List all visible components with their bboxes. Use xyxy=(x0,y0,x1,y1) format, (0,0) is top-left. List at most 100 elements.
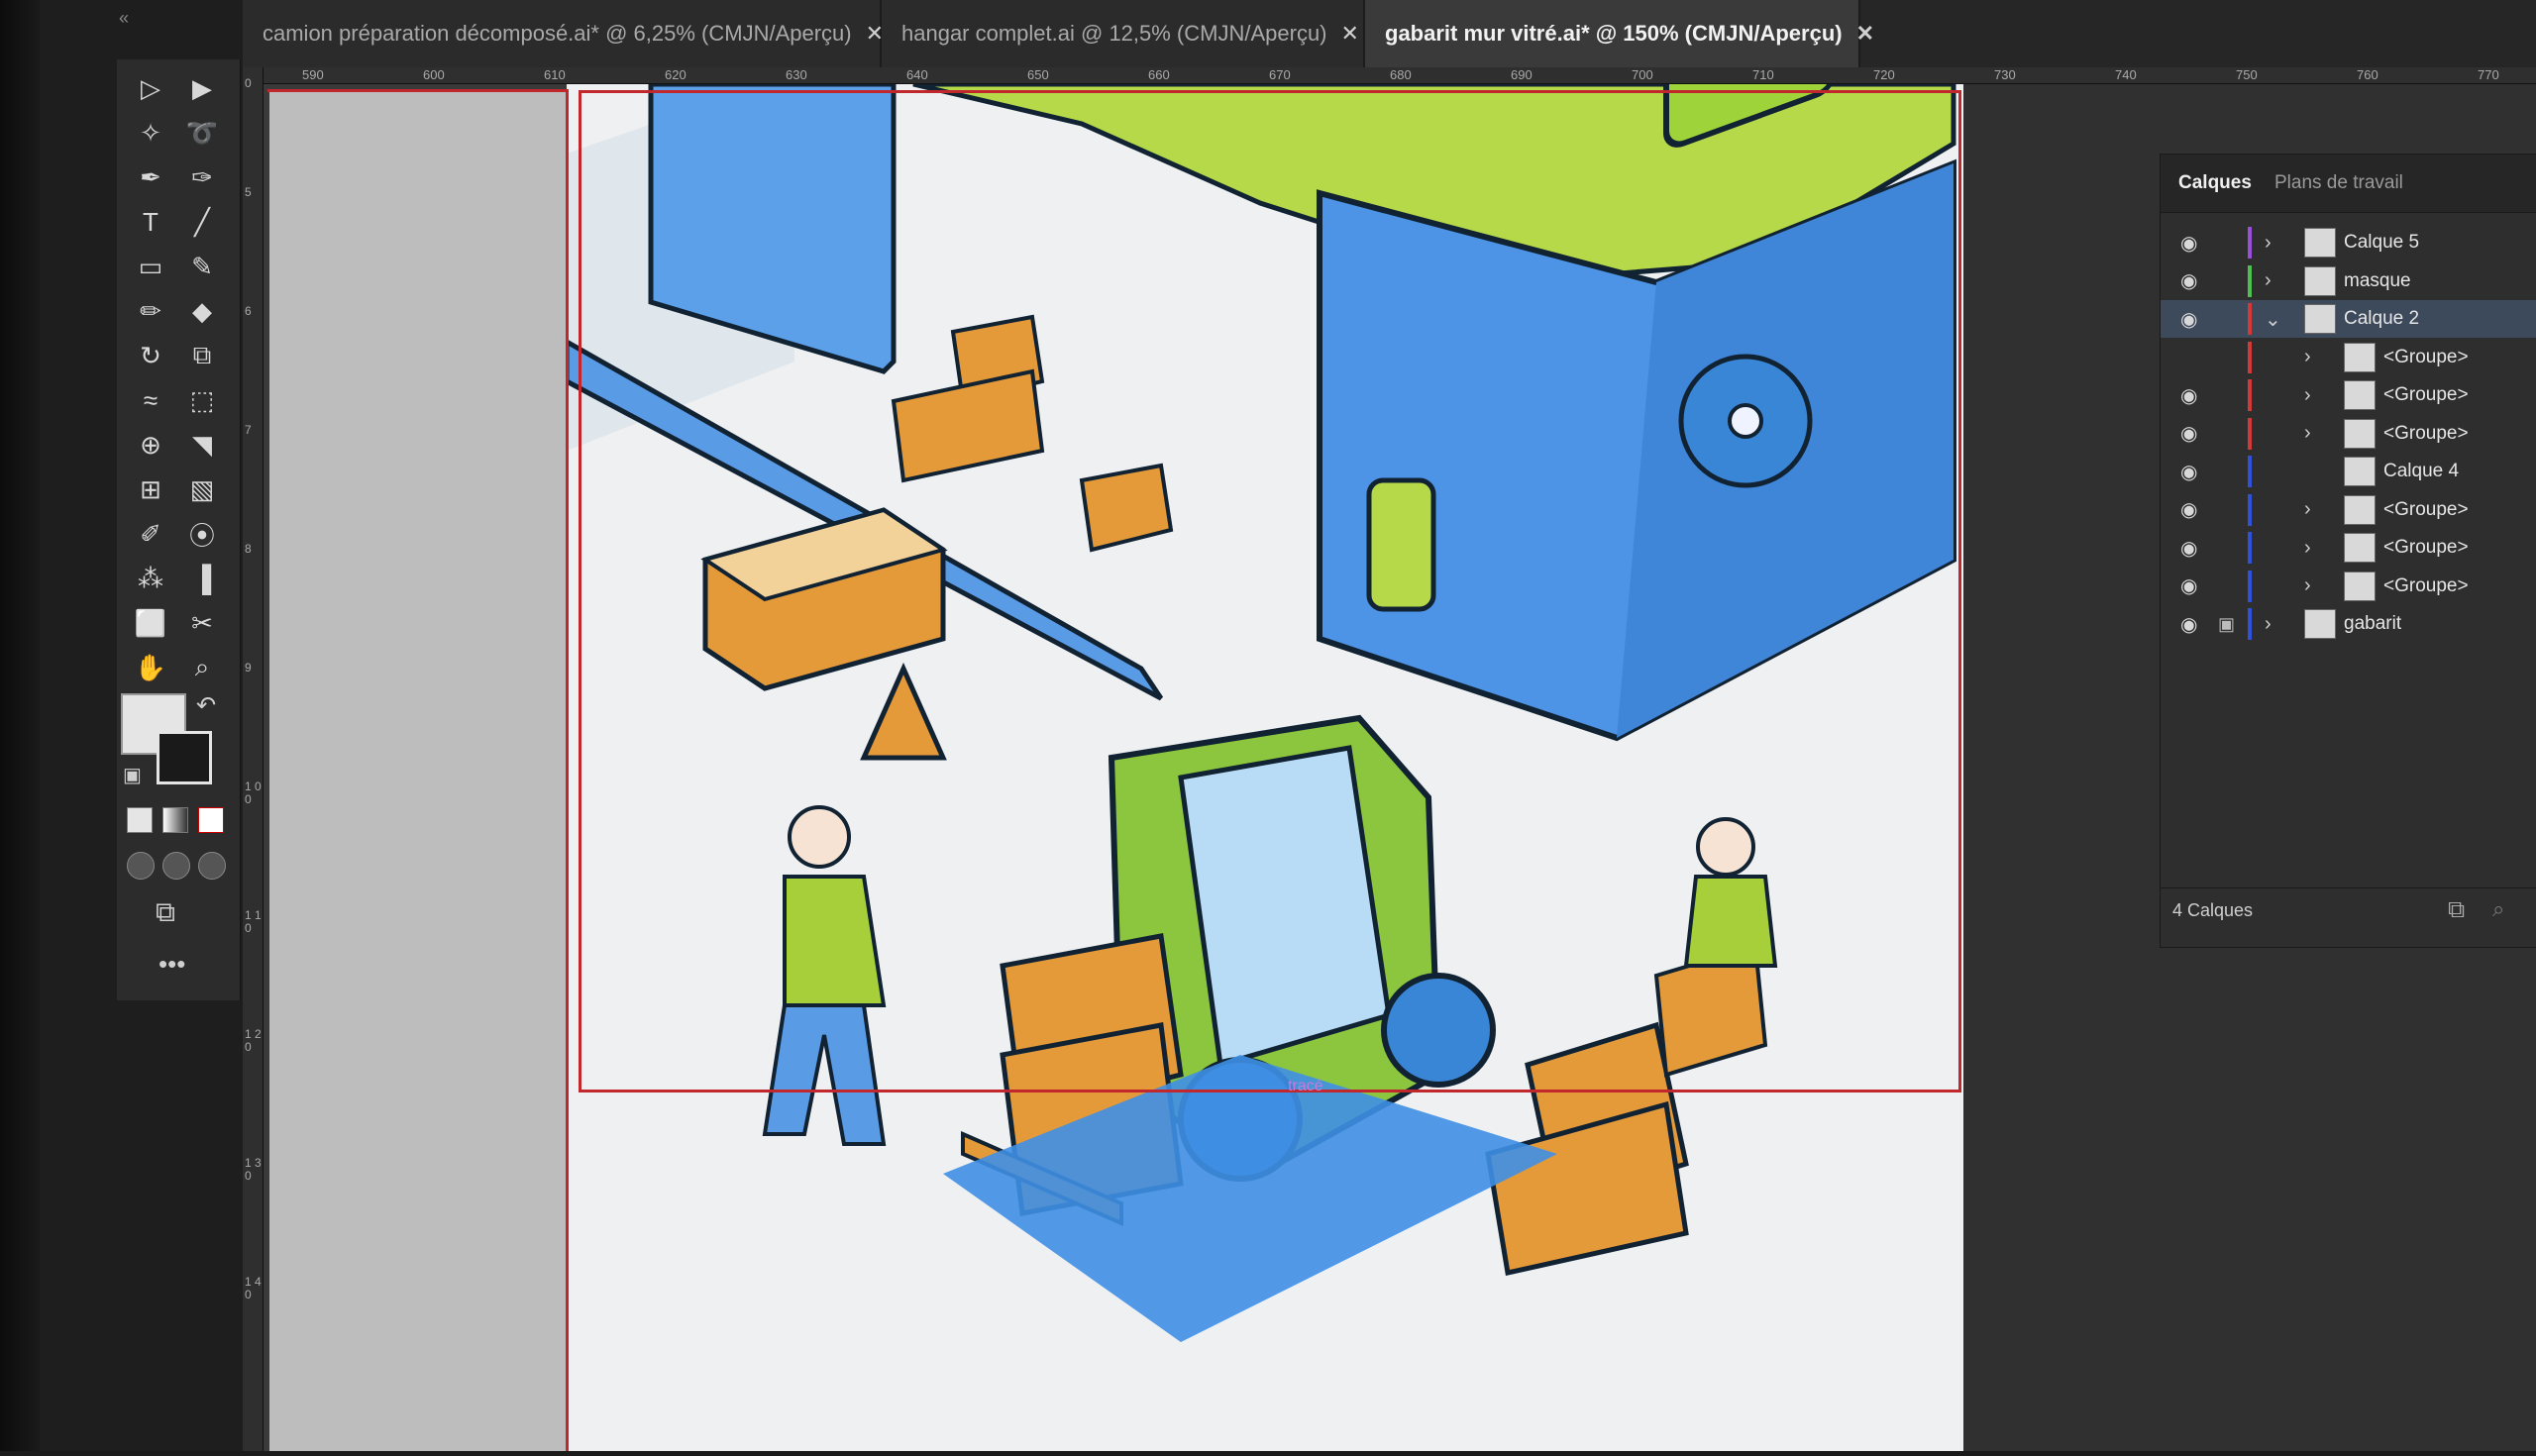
chevron-right-icon[interactable]: › xyxy=(2304,346,2311,368)
layer-row[interactable]: ◉ › <Groupe> xyxy=(2161,568,2536,605)
visibility-eye-icon[interactable]: ◉ xyxy=(2180,497,2197,522)
column-graph-tool-icon[interactable]: ▐ xyxy=(182,560,222,597)
layer-row[interactable]: ◉ › <Groupe> xyxy=(2161,415,2536,453)
tab-document-3[interactable]: gabarit mur vitré.ai* @ 150% (CMJN/Aperç… xyxy=(1365,0,1874,67)
vertical-ruler[interactable]: 0 5 6 7 8 9 1 0 0 1 1 0 1 2 0 1 3 0 1 4 0 xyxy=(243,67,264,1451)
ruler-tick-label: 1 2 0 xyxy=(245,1027,262,1054)
blend-tool-icon[interactable]: ⦿ xyxy=(182,515,222,553)
layer-row[interactable]: ◉ › <Groupe> xyxy=(2161,529,2536,567)
lock-icon[interactable]: ▣ xyxy=(2218,614,2235,635)
layer-row[interactable]: ◉ › <Groupe> xyxy=(2161,491,2536,529)
visibility-eye-icon[interactable]: ◉ xyxy=(2180,421,2197,446)
free-transform-tool-icon[interactable]: ⬚ xyxy=(182,381,222,419)
ruler-tick-label: 740 xyxy=(2115,67,2137,82)
visibility-eye-icon[interactable]: ◉ xyxy=(2180,460,2197,484)
layers-panel: Calques Plans de travail ◉ › Calque 5 ◉ › mas… xyxy=(2160,154,2536,948)
draw-inside-icon[interactable] xyxy=(198,852,226,880)
tab-document-1[interactable]: camion préparation décomposé.ai* @ 6,25%… xyxy=(243,0,884,67)
chevron-right-icon[interactable]: › xyxy=(2265,232,2272,255)
screen-mode-icon[interactable]: ⧉ xyxy=(156,896,175,929)
visibility-eye-icon[interactable]: ◉ xyxy=(2180,383,2197,408)
toolbar-collapse-icon[interactable]: « xyxy=(119,8,129,29)
artboard-tool-icon[interactable]: ⬜ xyxy=(131,604,170,642)
rotate-tool-icon[interactable]: ↻ xyxy=(131,337,170,374)
ruler-tick-label: 650 xyxy=(1027,67,1049,82)
shaper-tool-icon[interactable]: ✏ xyxy=(131,292,170,330)
chevron-right-icon[interactable]: › xyxy=(2304,384,2311,407)
forklift-rear-wheel xyxy=(1381,973,1496,1088)
horizontal-ruler[interactable]: 590 600 610 620 630 640 650 660 670 680 690 700 710 7… xyxy=(263,67,2536,84)
layer-name: Calque 4 xyxy=(2383,461,2460,481)
hand-tool-icon[interactable]: ✋ xyxy=(131,649,170,686)
layer-row[interactable]: › <Groupe> xyxy=(2161,339,2536,376)
zoom-tool-icon[interactable]: ⌕ xyxy=(182,649,222,686)
scale-tool-icon[interactable]: ⧉ xyxy=(182,337,222,374)
visibility-eye-icon[interactable]: ◉ xyxy=(2180,268,2197,293)
shape-builder-tool-icon[interactable]: ⊕ xyxy=(131,426,170,464)
mesh-tool-icon[interactable]: ⊞ xyxy=(131,470,170,508)
rectangle-tool-icon[interactable]: ▭ xyxy=(131,248,170,285)
layer-row[interactable]: ◉ › Calque 5 xyxy=(2161,224,2536,261)
visibility-eye-icon[interactable]: ◉ xyxy=(2180,536,2197,561)
eraser-tool-icon[interactable]: ◆ xyxy=(182,292,222,330)
close-icon[interactable]: ✕ xyxy=(1856,21,1874,47)
more-tools-icon[interactable]: ••• xyxy=(158,949,185,980)
symbol-sprayer-tool-icon[interactable]: ⁂ xyxy=(131,560,170,597)
gradient-mode-button[interactable] xyxy=(162,807,188,833)
draw-behind-icon[interactable] xyxy=(162,852,190,880)
search-icon[interactable]: ⌕ xyxy=(2492,896,2504,922)
gradient-tool-icon[interactable]: ▧ xyxy=(182,470,222,508)
lasso-tool-icon[interactable]: ➰ xyxy=(182,114,222,152)
forklift-cabin-glass xyxy=(1178,745,1392,1069)
chevron-right-icon[interactable]: › xyxy=(2304,574,2311,597)
default-colors-icon[interactable]: ▣ xyxy=(123,763,142,787)
direct-selection-tool-icon[interactable]: ▶ xyxy=(182,69,222,107)
layer-row[interactable]: ◉ › <Groupe> xyxy=(2161,376,2536,414)
layer-row[interactable]: ◉ ⌄ Calque 2 xyxy=(2161,300,2536,338)
chevron-right-icon[interactable]: › xyxy=(2265,269,2272,292)
swap-colors-icon[interactable]: ↶ xyxy=(196,691,216,720)
layer-color-bar xyxy=(2248,417,2252,450)
tab-layers[interactable]: Calques xyxy=(2178,172,2252,194)
ruler-tick-label: 5 xyxy=(245,185,252,199)
tab-label: hangar complet.ai @ 12,5% (CMJN/Aperçu) xyxy=(901,21,1327,46)
eyedropper-tool-icon[interactable]: ✐ xyxy=(131,515,170,553)
document-tab-bar: camion préparation décomposé.ai* @ 6,25%… xyxy=(243,0,2536,69)
layer-name: masque xyxy=(2344,269,2411,291)
stroke-color-swatch[interactable] xyxy=(157,731,212,784)
paintbrush-tool-icon[interactable]: ✎ xyxy=(182,248,222,285)
chevron-right-icon[interactable]: › xyxy=(2265,613,2272,636)
curvature-tool-icon[interactable]: ✑ xyxy=(182,158,222,196)
pen-tool-icon[interactable]: ✒ xyxy=(131,158,170,196)
visibility-eye-icon[interactable]: ◉ xyxy=(2180,231,2197,256)
perspective-grid-tool-icon[interactable]: ◥ xyxy=(182,426,222,464)
export-icon[interactable]: ⧉ xyxy=(2448,896,2465,924)
tab-document-2[interactable]: hangar complet.ai @ 12,5% (CMJN/Aperçu) … xyxy=(882,0,1365,67)
layer-row[interactable]: ◉ Calque 4 xyxy=(2161,453,2536,490)
visibility-eye-icon[interactable]: ◉ xyxy=(2180,307,2197,332)
chevron-right-icon[interactable]: › xyxy=(2304,422,2311,445)
close-icon[interactable]: ✕ xyxy=(1341,21,1359,47)
chevron-right-icon[interactable]: › xyxy=(2304,537,2311,560)
layer-row[interactable]: ◉ › masque xyxy=(2161,262,2536,300)
layer-color-bar xyxy=(2248,264,2252,297)
layer-thumbnail xyxy=(2304,304,2336,334)
visibility-eye-icon[interactable]: ◉ xyxy=(2180,612,2197,637)
slice-tool-icon[interactable]: ✂ xyxy=(182,604,222,642)
selection-tool-icon[interactable]: ▷ xyxy=(131,69,170,107)
magic-wand-tool-icon[interactable]: ✧ xyxy=(131,114,170,152)
chevron-down-icon[interactable]: ⌄ xyxy=(2265,307,2281,332)
layer-name: <Groupe> xyxy=(2383,574,2469,596)
visibility-eye-icon[interactable]: ◉ xyxy=(2180,573,2197,598)
draw-normal-icon[interactable] xyxy=(127,852,155,880)
tab-artboards[interactable]: Plans de travail xyxy=(2274,172,2403,194)
none-mode-button[interactable] xyxy=(198,807,224,833)
line-tool-icon[interactable]: ╱ xyxy=(182,203,222,241)
ruler-tick-label: 620 xyxy=(665,67,687,82)
color-mode-button[interactable] xyxy=(127,807,153,833)
artwork-canvas[interactable] xyxy=(564,0,1963,1451)
width-tool-icon[interactable]: ≈ xyxy=(131,381,170,419)
type-tool-icon[interactable]: T xyxy=(131,203,170,241)
layer-row[interactable]: ◉ ▣ › gabarit xyxy=(2161,605,2536,643)
chevron-right-icon[interactable]: › xyxy=(2304,498,2311,521)
